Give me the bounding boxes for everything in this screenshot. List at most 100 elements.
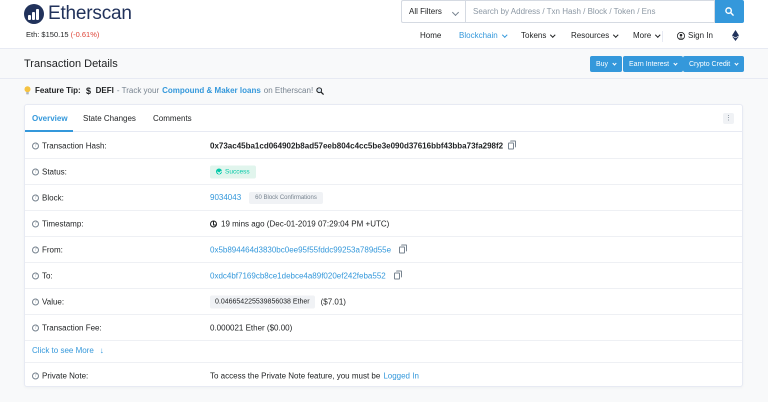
site-header: Etherscan Eth: $150.15 (-0.61%) All Filt… [0, 0, 768, 49]
earn-interest-label: Earn Interest [629, 60, 670, 68]
row-value: ? Value: 0.046654225539856038 Ether ($7.01… [25, 289, 742, 315]
nav-blockchain-label: Blockchain [459, 31, 498, 40]
nav-sign-in-label: Sign In [688, 31, 713, 40]
row-timestamp: ? Timestamp: 19 mins ago (Dec-01-2019 07:… [25, 211, 742, 237]
to-address-link[interactable]: 0xdc4bf7169cb8ce1debce4a89f020ef242feba5… [210, 271, 386, 280]
dollar-icon: $ [86, 86, 91, 95]
see-more-link[interactable]: Click to see More ↓ [32, 346, 104, 355]
transaction-fee: 0.000021 Ether ($0.00) [210, 323, 293, 332]
lightbulb-icon [24, 86, 31, 95]
confirmations-badge: 60 Block Confirmations [249, 191, 323, 204]
nav-home[interactable]: Home [420, 31, 441, 40]
copy-icon[interactable] [399, 244, 408, 253]
details-tabs: Overview State Changes Comments ⋮ [25, 105, 742, 132]
label-status: ? Status: [32, 167, 67, 176]
label-text: Value: [42, 297, 65, 306]
tip-text-2: on Etherscan! [263, 86, 314, 95]
status-text: Success [225, 168, 250, 175]
check-circle-icon [216, 168, 222, 175]
chevron-down-icon [673, 60, 678, 66]
copy-icon[interactable] [508, 140, 517, 149]
value-usd: ($7.01) [320, 297, 346, 306]
value-status: Success [210, 165, 256, 178]
search-filter-label: All Filters [409, 7, 442, 16]
tip-prefix: Feature Tip: [35, 86, 81, 95]
label-transaction-fee: ? Transaction Fee: [32, 323, 102, 332]
chevron-down-icon [734, 60, 739, 66]
nav-tokens-label: Tokens [521, 31, 547, 40]
label-text: Timestamp: [42, 219, 84, 228]
label-text: Private Note: [42, 371, 89, 380]
label-text: Transaction Hash: [42, 141, 107, 150]
tip-link[interactable]: Compound & Maker loans [162, 86, 261, 95]
ethereum-icon [732, 30, 739, 41]
nav-sign-in[interactable]: Sign In [677, 31, 713, 40]
earn-interest-button[interactable]: Earn Interest [623, 56, 684, 72]
transaction-details-card: Overview State Changes Comments ⋮ ? Trans… [24, 104, 743, 387]
help-icon[interactable]: ? [32, 372, 39, 379]
label-transaction-hash: ? Transaction Hash: [32, 141, 107, 150]
etherscan-logo[interactable]: Etherscan [24, 3, 132, 25]
crypto-credit-button[interactable]: Crypto Credit [683, 56, 745, 72]
row-block: ? Block: 9034043 60 Block Confirmations [25, 185, 742, 211]
help-icon[interactable]: ? [32, 272, 39, 279]
copy-icon[interactable] [393, 270, 402, 279]
arrow-down-icon: ↓ [99, 346, 104, 355]
main-nav: Home Blockchain Tokens Resources More Si… [0, 25, 768, 47]
more-options-button[interactable]: ⋮ [723, 113, 734, 124]
chevron-down-icon [550, 31, 556, 37]
search-filter-select[interactable]: All Filters [401, 0, 465, 23]
search-input[interactable] [465, 0, 715, 23]
crypto-credit-label: Crypto Credit [689, 60, 731, 68]
row-to: ? To: 0xdc4bf7169cb8ce1debce4a89f020ef242… [25, 263, 742, 289]
ethereum-network-icon[interactable] [728, 28, 743, 43]
chevron-down-icon [501, 31, 507, 37]
help-icon[interactable]: ? [32, 246, 39, 253]
logo-text: Etherscan [48, 3, 132, 24]
label-private-note: ? Private Note: [32, 371, 88, 380]
label-block: ? Block: [32, 193, 64, 202]
chevron-down-icon [612, 60, 617, 66]
nav-divider [662, 31, 663, 42]
row-private-note: ? Private Note: To access the Private Not… [25, 362, 742, 388]
private-note-text: To access the Private Note feature, you … [210, 371, 381, 380]
tip-defi: DEFI [95, 86, 114, 95]
buy-button[interactable]: Buy [590, 56, 623, 72]
chevron-down-icon [655, 31, 661, 37]
label-value: ? Value: [32, 297, 64, 306]
label-to: ? To: [32, 271, 53, 280]
help-icon[interactable]: ? [32, 298, 39, 305]
label-text: To: [42, 271, 53, 280]
timestamp: 19 mins ago (Dec-01-2019 07:29:04 PM +UT… [221, 219, 390, 228]
help-icon[interactable]: ? [32, 194, 39, 201]
help-icon[interactable]: ? [32, 220, 39, 227]
nav-blockchain[interactable]: Blockchain [459, 31, 507, 40]
logged-in-link[interactable]: Logged In [383, 371, 419, 380]
value-transaction-fee: 0.000021 Ether ($0.00) [210, 323, 292, 332]
label-timestamp: ? Timestamp: [32, 219, 84, 228]
label-text: From: [42, 245, 63, 254]
chevron-down-icon [451, 8, 460, 17]
chevron-down-icon [613, 31, 619, 37]
nav-tokens[interactable]: Tokens [521, 31, 556, 40]
page-title: Transaction Details [24, 58, 118, 70]
value-timestamp: 19 mins ago (Dec-01-2019 07:29:04 PM +UT… [210, 219, 389, 228]
value-from: 0x5b894464d3830bc0ee95f55fddc99253a789d5… [210, 244, 408, 254]
value-private-note: To access the Private Note feature, you … [210, 371, 419, 380]
etherscan-logo-icon [24, 4, 44, 24]
value-transaction-hash: 0x73ac45ba1cd064902b8ad57eeb804c4cc5be3e… [210, 140, 517, 150]
help-icon[interactable]: ? [32, 168, 39, 175]
search-button[interactable] [715, 0, 744, 23]
help-icon[interactable]: ? [32, 142, 39, 149]
nav-more[interactable]: More [633, 31, 661, 40]
block-number-link[interactable]: 9034043 [210, 193, 241, 202]
from-address-link[interactable]: 0x5b894464d3830bc0ee95f55fddc99253a789d5… [210, 245, 391, 254]
magnifier-icon [316, 86, 325, 95]
nav-resources[interactable]: Resources [571, 31, 619, 40]
see-more-label: Click to see More [32, 346, 94, 355]
value-to: 0xdc4bf7169cb8ce1debce4a89f020ef242feba5… [210, 270, 402, 280]
tab-state-changes[interactable]: State Changes [83, 114, 136, 123]
tab-overview[interactable]: Overview [32, 114, 68, 123]
help-icon[interactable]: ? [32, 324, 39, 331]
tab-comments[interactable]: Comments [153, 114, 192, 123]
